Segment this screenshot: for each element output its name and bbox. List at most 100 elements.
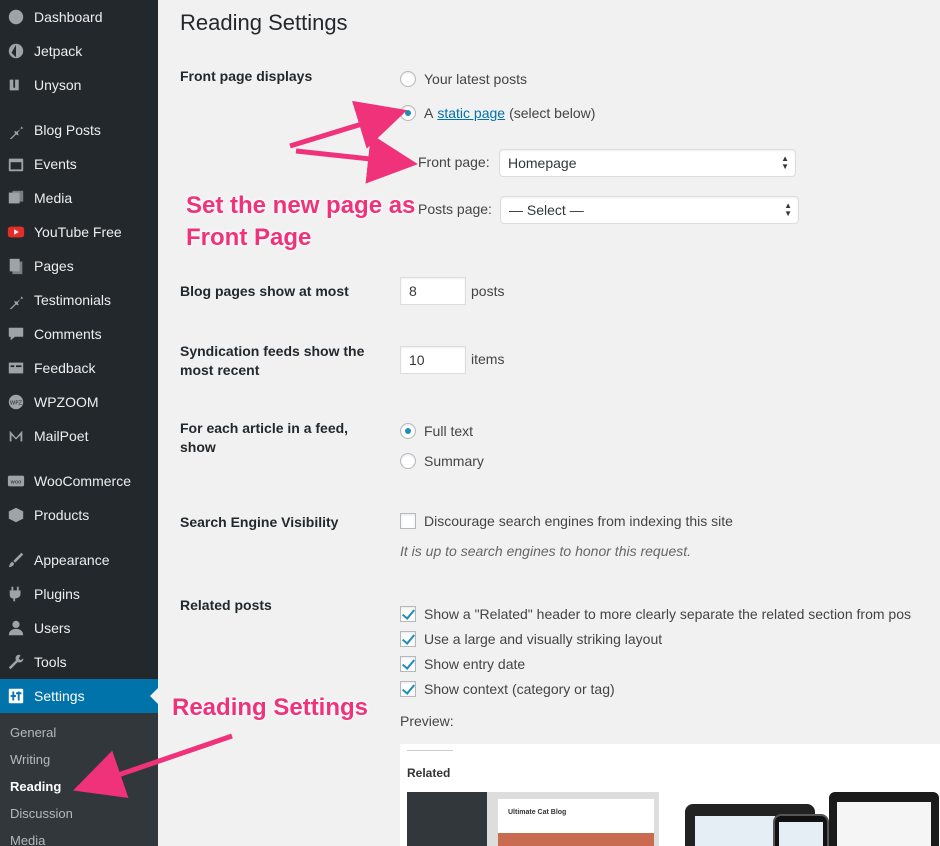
checkbox-checked-icon[interactable] xyxy=(400,656,416,672)
sidebar-item-woocommerce[interactable]: woo WooCommerce xyxy=(0,464,158,498)
preview-heading: Related xyxy=(407,766,451,780)
blog-pages-input[interactable]: 8 xyxy=(400,277,466,305)
sidebar-item-label: Dashboard xyxy=(34,9,103,25)
calendar-icon xyxy=(6,154,26,174)
sidebar-item-feedback[interactable]: Feedback xyxy=(0,351,158,385)
static-page-link[interactable]: static page xyxy=(437,105,505,121)
sidebar-item-wpzoom[interactable]: WPZ WPZOOM xyxy=(0,385,158,419)
related-large-layout-checkbox[interactable]: Use a large and visually striking layout xyxy=(400,631,662,647)
sidebar-item-unyson[interactable]: Unyson xyxy=(0,68,158,102)
sidebar-item-jetpack[interactable]: Jetpack xyxy=(0,34,158,68)
related-option-label: Use a large and visually striking layout xyxy=(424,631,663,647)
thumbnail-card: Ultimate Cat Blog xyxy=(497,798,655,846)
admin-sidebar: Dashboard Jetpack Unyson Blog Posts Events Me… xyxy=(0,0,158,846)
sidebar-item-events[interactable]: Events xyxy=(0,147,158,181)
thumbnail-image xyxy=(498,833,654,846)
pages-icon xyxy=(6,256,26,276)
sidebar-item-media[interactable]: Media xyxy=(0,181,158,215)
front-page-select[interactable]: Homepage ▲ ▼ xyxy=(499,149,796,177)
sidebar-item-mailpoet[interactable]: MailPoet xyxy=(0,419,158,453)
related-option-label: Show entry date xyxy=(424,656,526,672)
radio-checked-icon[interactable] xyxy=(400,423,416,439)
radio-latest-posts[interactable]: Your latest posts xyxy=(400,71,527,87)
radio-icon[interactable] xyxy=(400,453,416,469)
submenu-media[interactable]: Media xyxy=(10,833,45,846)
thumbnail-sidebar xyxy=(407,792,487,846)
sidebar-item-label: Comments xyxy=(34,326,102,342)
sidebar-item-label: Unyson xyxy=(34,77,82,93)
feed-article-label: For each article in a feed, show xyxy=(180,420,349,455)
sidebar-item-label: Plugins xyxy=(34,586,80,602)
related-header-checkbox[interactable]: Show a "Related" header to more clearly … xyxy=(400,606,911,622)
comment-icon xyxy=(6,324,26,344)
sidebar-item-label: Users xyxy=(34,620,71,636)
syndication-input[interactable]: 10 xyxy=(400,346,466,374)
mailpoet-icon xyxy=(6,426,26,446)
submenu-reading[interactable]: Reading xyxy=(10,779,61,794)
sidebar-item-label: Jetpack xyxy=(34,43,83,59)
sidebar-item-appearance[interactable]: Appearance xyxy=(0,543,158,577)
radio-full-text[interactable]: Full text xyxy=(400,423,473,439)
sidebar-item-blog-posts[interactable]: Blog Posts xyxy=(0,113,158,147)
wrench-icon xyxy=(6,652,26,672)
sidebar-item-label: Pages xyxy=(34,258,74,274)
woocommerce-icon: woo xyxy=(6,471,26,491)
sidebar-item-label: Tools xyxy=(34,654,67,670)
related-entry-date-checkbox[interactable]: Show entry date xyxy=(400,656,525,672)
feedback-icon xyxy=(6,358,26,378)
search-visibility-desc: It is up to search engines to honor this… xyxy=(400,543,692,559)
dashboard-icon xyxy=(6,7,26,27)
products-icon xyxy=(6,505,26,525)
sidebar-item-youtube-free[interactable]: YouTube Free xyxy=(0,215,158,249)
plugin-icon xyxy=(6,584,26,604)
sidebar-item-dashboard[interactable]: Dashboard xyxy=(0,0,158,34)
preview-thumbnail-blog: Ultimate Cat Blog xyxy=(407,792,659,846)
submenu-discussion[interactable]: Discussion xyxy=(10,806,73,821)
submenu-writing[interactable]: Writing xyxy=(10,752,50,767)
preview-label: Preview: xyxy=(400,713,454,729)
checkbox-checked-icon[interactable] xyxy=(400,681,416,697)
media-icon xyxy=(6,188,26,208)
sidebar-item-pages[interactable]: Pages xyxy=(0,249,158,283)
radio-summary[interactable]: Summary xyxy=(400,453,484,469)
posts-page-select-label: Posts page: xyxy=(418,201,492,217)
front-page-select-label: Front page: xyxy=(418,154,490,170)
sidebar-item-products[interactable]: Products xyxy=(0,498,158,532)
checkbox-icon[interactable] xyxy=(400,513,416,529)
radio-icon[interactable] xyxy=(400,71,416,87)
sidebar-item-label: Blog Posts xyxy=(34,122,101,138)
sidebar-item-tools[interactable]: Tools xyxy=(0,645,158,679)
unyson-icon xyxy=(6,75,26,95)
sidebar-item-label: Products xyxy=(34,507,90,523)
brush-icon xyxy=(6,550,26,570)
posts-page-select[interactable]: — Select — ▲ ▼ xyxy=(500,196,799,224)
front-page-displays-label: Front page displays xyxy=(180,68,313,84)
sidebar-item-comments[interactable]: Comments xyxy=(0,317,158,351)
syndication-label: Syndication feeds show the most recent xyxy=(180,343,365,378)
radio-static-suffix: (select below) xyxy=(509,105,596,121)
radio-static-page[interactable]: A static page (select below) xyxy=(400,105,595,121)
sidebar-item-plugins[interactable]: Plugins xyxy=(0,577,158,611)
phone-image xyxy=(773,814,829,846)
sidebar-item-settings[interactable]: Settings xyxy=(0,679,158,713)
syndication-suffix: items xyxy=(471,351,505,367)
blog-pages-value: 8 xyxy=(409,283,417,299)
sidebar-item-label: Testimonials xyxy=(34,292,112,308)
blog-pages-label: Blog pages show at most xyxy=(180,283,349,299)
front-page-select-value: Homepage xyxy=(508,155,577,171)
radio-checked-icon[interactable] xyxy=(400,105,416,121)
wpzoom-icon: WPZ xyxy=(6,392,26,412)
svg-text:woo: woo xyxy=(11,480,22,486)
radio-summary-label: Summary xyxy=(424,453,484,469)
submenu-general[interactable]: General xyxy=(10,725,56,740)
sidebar-item-users[interactable]: Users xyxy=(0,611,158,645)
checkbox-checked-icon[interactable] xyxy=(400,606,416,622)
sidebar-item-label: Settings xyxy=(34,688,85,704)
related-option-label: Show context (category or tag) xyxy=(424,681,615,697)
checkbox-checked-icon[interactable] xyxy=(400,631,416,647)
posts-page-select-value: — Select — xyxy=(509,202,584,218)
sidebar-item-label: WPZOOM xyxy=(34,394,99,410)
related-context-checkbox[interactable]: Show context (category or tag) xyxy=(400,681,615,697)
discourage-search-checkbox[interactable]: Discourage search engines from indexing … xyxy=(400,513,733,529)
sidebar-item-testimonials[interactable]: Testimonials xyxy=(0,283,158,317)
